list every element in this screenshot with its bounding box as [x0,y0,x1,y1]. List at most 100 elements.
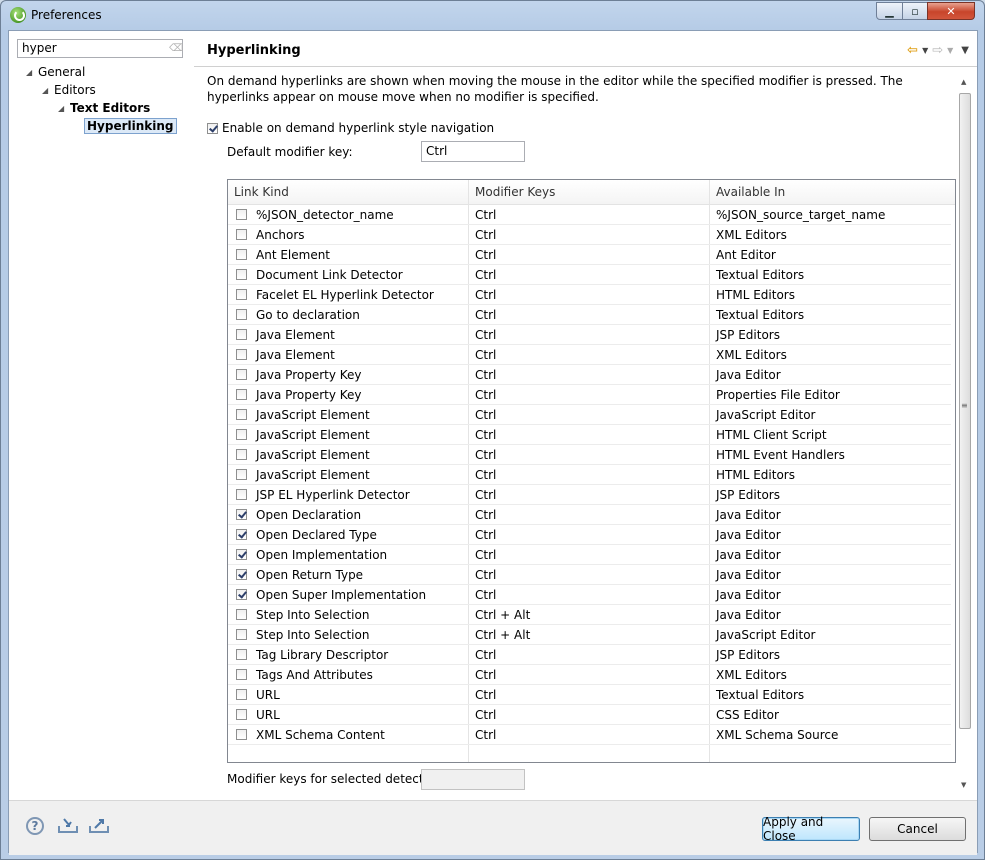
table-row[interactable]: Tags And Attributes Ctrl XML Editors [228,665,951,685]
row-checkbox[interactable] [236,229,247,240]
table-row[interactable]: JavaScript Element Ctrl HTML Editors [228,465,951,485]
row-checkbox[interactable] [236,469,247,480]
row-checkbox[interactable] [236,709,247,720]
close-button[interactable]: ✕ [927,2,975,20]
tree-item-text-editors[interactable]: Text Editors [70,101,150,115]
table-row[interactable]: Open Declaration Ctrl Java Editor [228,505,951,525]
column-header-link-kind[interactable]: Link Kind [234,185,289,199]
table-row[interactable]: Java Element Ctrl JSP Editors [228,325,951,345]
row-checkbox[interactable] [236,689,247,700]
link-kind-cell: Tag Library Descriptor [256,648,389,662]
tree-item-hyperlinking[interactable]: Hyperlinking [84,118,177,134]
page-scrollbar[interactable]: ▲ ≡ ▼ [958,71,973,791]
table-row[interactable]: Open Declared Type Ctrl Java Editor [228,525,951,545]
table-row[interactable]: JavaScript Element Ctrl JavaScript Editor [228,405,951,425]
available-in-cell: HTML Event Handlers [716,448,845,462]
clear-filter-icon[interactable]: ⌫ [169,43,183,54]
table-row[interactable]: URL Ctrl CSS Editor [228,705,951,725]
table-row[interactable]: Go to declaration Ctrl Textual Editors [228,305,951,325]
column-header-modifier-keys[interactable]: Modifier Keys [475,185,555,199]
hyperlink-detector-table[interactable]: Link Kind Modifier Keys Available In %JS… [227,179,956,763]
row-checkbox[interactable] [236,349,247,360]
row-checkbox[interactable] [236,529,247,540]
row-checkbox[interactable] [236,269,247,280]
scroll-down-icon[interactable]: ▼ [961,781,966,789]
table-row[interactable]: Open Super Implementation Ctrl Java Editor [228,585,951,605]
table-row[interactable]: JavaScript Element Ctrl HTML Event Handler… [228,445,951,465]
table-row[interactable]: Anchors Ctrl XML Editors [228,225,951,245]
row-checkbox[interactable] [236,489,247,500]
table-row[interactable]: Step Into Selection Ctrl + Alt JavaScript … [228,625,951,645]
row-checkbox[interactable] [236,429,247,440]
expand-text-editors-icon[interactable]: ◢ [58,104,64,113]
expand-general-icon[interactable]: ◢ [26,68,32,77]
row-checkbox[interactable] [236,289,247,300]
table-row[interactable]: XML Schema Content Ctrl XML Schema Source [228,725,951,745]
row-checkbox[interactable] [236,449,247,460]
table-row[interactable]: Java Element Ctrl XML Editors [228,345,951,365]
table-row[interactable]: URL Ctrl Textual Editors [228,685,951,705]
header-separator [194,66,977,67]
modifier-keys-cell: Ctrl [475,728,497,742]
modifier-keys-cell: Ctrl [475,428,497,442]
page-description: On demand hyperlinks are shown when movi… [207,74,903,104]
forward-arrow-icon[interactable]: ⇨ [932,43,943,58]
row-checkbox[interactable] [236,729,247,740]
tree-item-general[interactable]: General [38,65,85,79]
available-in-cell: Textual Editors [716,268,805,282]
row-checkbox[interactable] [236,649,247,660]
enable-hyperlink-option[interactable]: Enable on demand hyperlink style navigat… [207,121,494,135]
table-row[interactable]: Step Into Selection Ctrl + Alt Java Editor [228,605,951,625]
row-checkbox[interactable] [236,309,247,320]
minimize-button[interactable]: ▁ [876,2,903,20]
row-checkbox[interactable] [236,329,247,340]
available-in-cell: %JSON_source_target_name [716,208,886,222]
modifier-keys-cell: Ctrl [475,568,497,582]
minimize-icon: ▁ [885,4,894,18]
apply-and-close-button[interactable]: Apply and Close [762,815,860,843]
row-checkbox[interactable] [236,369,247,380]
title-bar[interactable]: Preferences [1,1,984,29]
expand-editors-icon[interactable]: ◢ [42,86,48,95]
column-header-available-in[interactable]: Available In [716,185,785,199]
table-row[interactable]: JSP EL Hyperlink Detector Ctrl JSP Editors [228,485,951,505]
default-modifier-input[interactable]: Ctrl [421,141,525,162]
table-row[interactable]: Open Implementation Ctrl Java Editor [228,545,951,565]
available-in-cell: JavaScript Editor [716,628,816,642]
table-row[interactable]: Document Link Detector Ctrl Textual Editor… [228,265,951,285]
row-checkbox[interactable] [236,549,247,560]
help-icon[interactable]: ? [26,817,44,835]
row-checkbox[interactable] [236,629,247,640]
row-checkbox[interactable] [236,669,247,680]
maximize-button[interactable]: ▫ [902,2,928,20]
table-row[interactable]: Java Property Key Ctrl Properties File Edi… [228,385,951,405]
import-icon[interactable] [57,817,79,834]
enable-hyperlink-checkbox[interactable] [207,122,218,134]
forward-dropdown-icon[interactable]: ▼ [947,46,953,55]
row-checkbox[interactable] [236,209,247,220]
back-dropdown-icon[interactable]: ▼ [922,46,928,55]
modifier-keys-cell: Ctrl [475,408,497,422]
row-checkbox[interactable] [236,609,247,620]
view-menu-icon[interactable]: ▼ [961,45,969,56]
table-row[interactable]: Facelet EL Hyperlink Detector Ctrl HTML Ed… [228,285,951,305]
row-checkbox[interactable] [236,249,247,260]
row-checkbox[interactable] [236,509,247,520]
scrollbar-thumb[interactable] [959,93,971,729]
table-row[interactable]: Open Return Type Ctrl Java Editor [228,565,951,585]
row-checkbox[interactable] [236,389,247,400]
row-checkbox[interactable] [236,569,247,580]
scroll-up-icon[interactable]: ▲ [961,78,966,86]
table-row[interactable]: JavaScript Element Ctrl HTML Client Script [228,425,951,445]
back-arrow-icon[interactable]: ⇦ [907,43,918,58]
table-row[interactable]: Tag Library Descriptor Ctrl JSP Editors [228,645,951,665]
table-row[interactable]: Ant Element Ctrl Ant Editor [228,245,951,265]
table-row[interactable]: %JSON_detector_name Ctrl %JSON_source_targ… [228,205,951,225]
table-row[interactable]: Java Property Key Ctrl Java Editor [228,365,951,385]
row-checkbox[interactable] [236,409,247,420]
tree-item-editors[interactable]: Editors [54,83,96,97]
cancel-button[interactable]: Cancel [869,817,966,841]
export-icon[interactable] [88,817,110,834]
filter-input[interactable]: hyper ⌫ [17,39,183,58]
row-checkbox[interactable] [236,589,247,600]
